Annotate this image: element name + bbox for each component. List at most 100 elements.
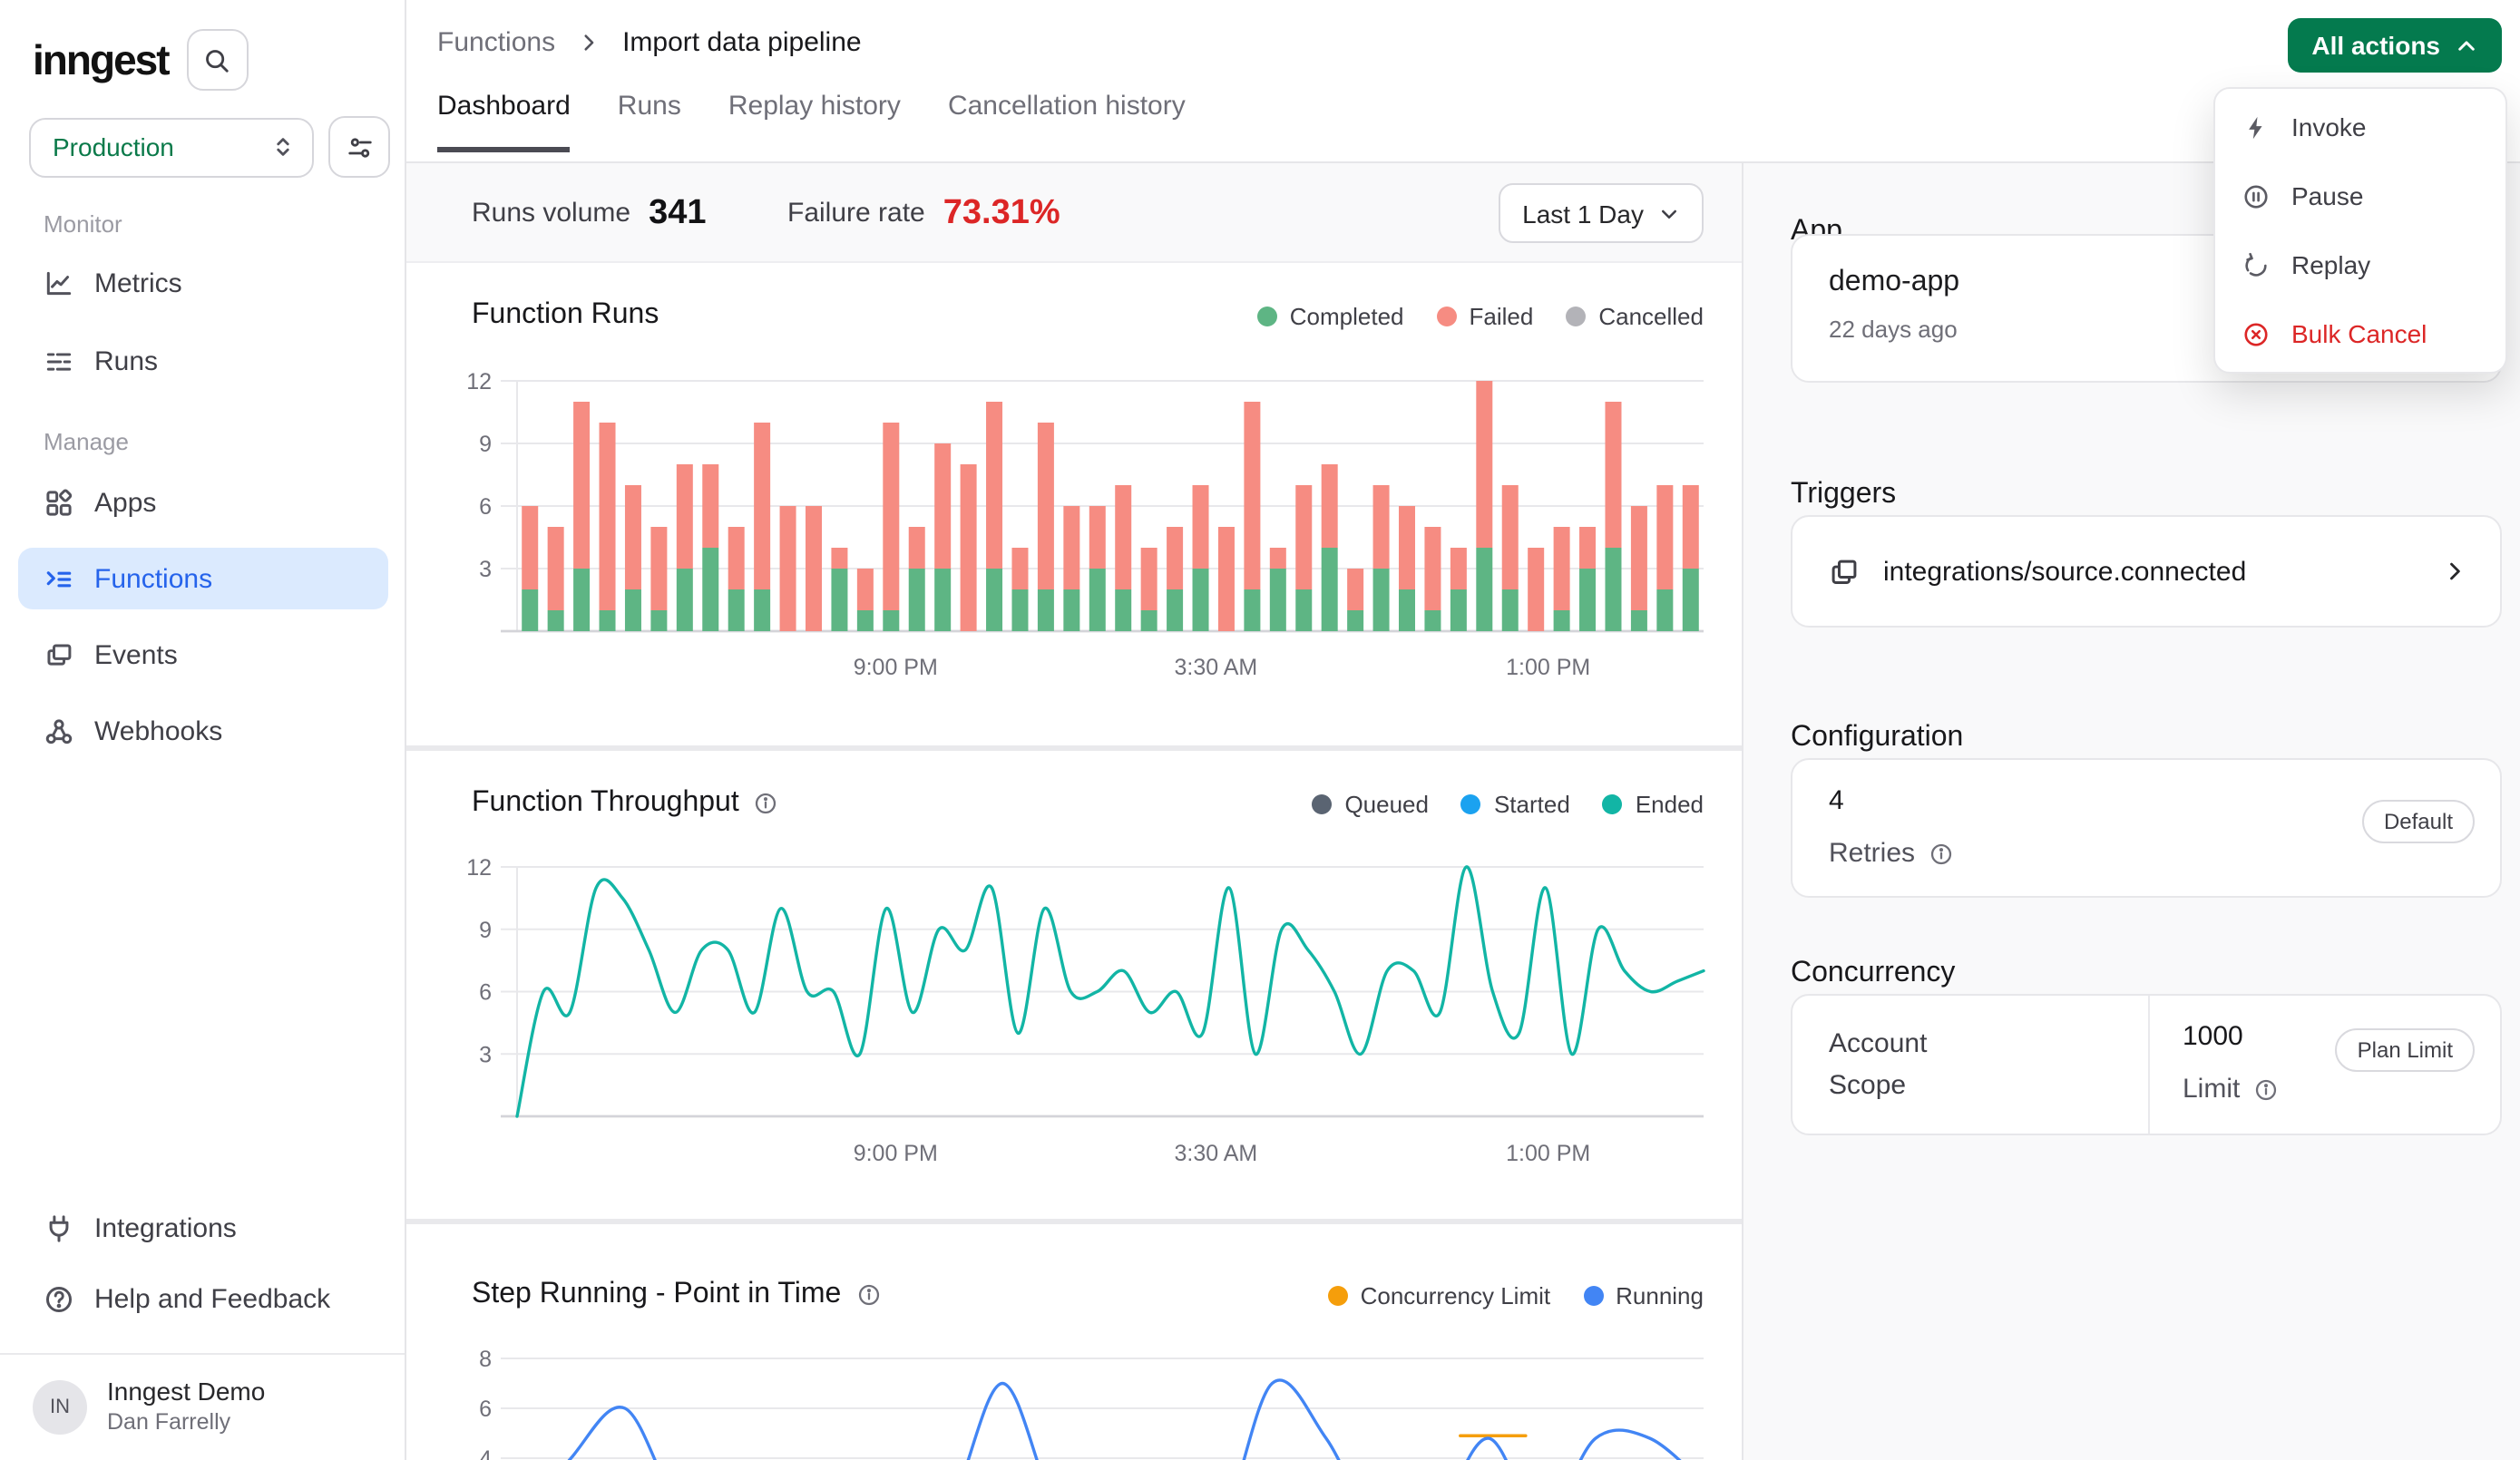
user-name: Dan Farrelly bbox=[107, 1409, 265, 1437]
all-actions-menu: Invoke Pause Replay Bulk Cancel bbox=[2213, 87, 2507, 374]
retries-card: 4 Retries Default bbox=[1791, 758, 2502, 898]
sidebar-section-manage: Manage bbox=[0, 428, 129, 455]
stat-value-failure: 73.31% bbox=[943, 193, 1060, 233]
svg-text:3: 3 bbox=[479, 557, 492, 582]
svg-text:6: 6 bbox=[479, 1397, 492, 1422]
svg-text:3:30 AM: 3:30 AM bbox=[1175, 655, 1258, 680]
function-throughput-chart: 129639:00 PM3:30 AM1:00 PM bbox=[406, 751, 1742, 1219]
apps-grid-icon bbox=[44, 487, 74, 518]
menu-item-label: Bulk Cancel bbox=[2291, 319, 2427, 348]
step-running-section: Step Running - Point in Time Concurrency… bbox=[406, 1224, 1742, 1460]
sidebar-item-label: Functions bbox=[94, 563, 212, 594]
svg-text:6: 6 bbox=[479, 980, 492, 1006]
svg-text:12: 12 bbox=[466, 369, 492, 394]
trigger-name: integrations/source.connected bbox=[1883, 556, 2418, 587]
default-badge: Default bbox=[2362, 800, 2475, 843]
svg-text:4: 4 bbox=[479, 1446, 492, 1460]
user-account-button[interactable]: IN Inngest Demo Dan Farrelly bbox=[0, 1353, 405, 1460]
sidebar: inngest Production Monitor Metrics Runs … bbox=[0, 0, 406, 1460]
replay-icon bbox=[2242, 251, 2270, 278]
all-actions-label: All actions bbox=[2311, 31, 2440, 60]
menu-item-invoke[interactable]: Invoke bbox=[2215, 92, 2505, 161]
filter-sliders-icon bbox=[346, 133, 373, 161]
inngest-logo: inngest bbox=[33, 35, 169, 84]
tab-bar: Dashboard Runs Replay history Cancellati… bbox=[437, 91, 1186, 152]
chevron-right-icon bbox=[2442, 559, 2467, 584]
sidebar-item-help[interactable]: Help and Feedback bbox=[18, 1268, 388, 1329]
sidebar-item-functions[interactable]: Functions bbox=[18, 548, 388, 609]
svg-text:1:00 PM: 1:00 PM bbox=[1506, 1141, 1590, 1166]
svg-text:9: 9 bbox=[479, 432, 492, 457]
svg-text:3:30 AM: 3:30 AM bbox=[1175, 1141, 1258, 1166]
stat-runs-volume: Runs volume 341 bbox=[472, 163, 707, 263]
svg-text:3: 3 bbox=[479, 1042, 492, 1067]
tab-runs[interactable]: Runs bbox=[618, 91, 681, 152]
concurrency-scope: Account Scope bbox=[1792, 996, 2150, 1134]
menu-item-label: Pause bbox=[2291, 181, 2363, 210]
help-circle-icon bbox=[44, 1283, 74, 1314]
sidebar-item-apps[interactable]: Apps bbox=[18, 472, 388, 533]
sidebar-section-monitor: Monitor bbox=[0, 210, 122, 238]
sidebar-item-webhooks[interactable]: Webhooks bbox=[18, 700, 388, 762]
svg-text:12: 12 bbox=[466, 855, 492, 881]
search-button[interactable] bbox=[187, 29, 249, 91]
trigger-card[interactable]: integrations/source.connected bbox=[1791, 515, 2502, 628]
concurrency-heading: Concurrency bbox=[1791, 958, 1955, 990]
app-root: inngest Production Monitor Metrics Runs … bbox=[0, 0, 2520, 1460]
tab-cancellation-history[interactable]: Cancellation history bbox=[948, 91, 1186, 152]
search-icon bbox=[204, 46, 231, 73]
svg-text:9:00 PM: 9:00 PM bbox=[854, 655, 938, 680]
stat-failure-rate: Failure rate 73.31% bbox=[787, 163, 1060, 263]
sidebar-item-label: Apps bbox=[94, 487, 156, 518]
environment-selector[interactable]: Production bbox=[29, 117, 314, 177]
menu-item-bulk-cancel[interactable]: Bulk Cancel bbox=[2215, 299, 2505, 368]
configuration-heading: Configuration bbox=[1791, 722, 1963, 754]
limit-label: Limit bbox=[2183, 1074, 2500, 1105]
breadcrumb-current: Import data pipeline bbox=[622, 27, 862, 58]
events-windows-icon bbox=[44, 639, 74, 670]
environment-settings-button[interactable] bbox=[328, 116, 390, 178]
stat-value: 341 bbox=[649, 193, 706, 233]
runs-list-icon bbox=[44, 346, 74, 376]
sidebar-item-label: Events bbox=[94, 639, 178, 670]
org-name: Inngest Demo bbox=[107, 1377, 265, 1409]
breadcrumb-functions[interactable]: Functions bbox=[437, 27, 555, 58]
stat-label: Failure rate bbox=[787, 198, 925, 229]
menu-item-replay[interactable]: Replay bbox=[2215, 230, 2505, 299]
info-icon[interactable] bbox=[1928, 841, 1953, 866]
plan-limit-badge: Plan Limit bbox=[2336, 1028, 2475, 1072]
chevrons-up-down-icon bbox=[270, 134, 296, 160]
sidebar-item-label: Runs bbox=[94, 346, 158, 376]
menu-item-pause[interactable]: Pause bbox=[2215, 161, 2505, 230]
tab-replay-history[interactable]: Replay history bbox=[728, 91, 901, 152]
info-icon[interactable] bbox=[2252, 1076, 2278, 1102]
svg-text:1:00 PM: 1:00 PM bbox=[1506, 655, 1590, 680]
metrics-chart-icon bbox=[44, 268, 74, 298]
sidebar-item-metrics[interactable]: Metrics bbox=[18, 252, 388, 314]
plug-icon bbox=[44, 1212, 74, 1243]
chevron-up-icon bbox=[2455, 34, 2478, 57]
sidebar-item-events[interactable]: Events bbox=[18, 624, 388, 686]
function-throughput-section: Function Throughput QueuedStartedEnded 1… bbox=[406, 751, 1742, 1224]
all-actions-button[interactable]: All actions bbox=[2288, 18, 2502, 73]
svg-text:6: 6 bbox=[479, 494, 492, 520]
menu-item-label: Invoke bbox=[2291, 112, 2367, 141]
triggers-heading: Triggers bbox=[1791, 479, 1896, 511]
avatar: IN bbox=[33, 1380, 87, 1435]
svg-text:9:00 PM: 9:00 PM bbox=[854, 1141, 938, 1166]
chevron-right-icon bbox=[577, 31, 601, 54]
dashboard-content: Runs volume 341 Failure rate 73.31% Last… bbox=[406, 163, 1742, 1460]
sidebar-item-label: Webhooks bbox=[94, 715, 222, 746]
pause-circle-icon bbox=[2242, 182, 2270, 209]
webhooks-icon bbox=[44, 715, 74, 746]
step-running-chart: 864 bbox=[406, 1224, 1742, 1460]
function-runs-chart: 12 9 6 3 9:00 PM 3:30 AM 1:00 PM bbox=[406, 263, 1742, 745]
concurrency-limit: 1000 Limit Plan Limit bbox=[2150, 996, 2500, 1134]
stat-label: Runs volume bbox=[472, 198, 630, 229]
sidebar-item-runs[interactable]: Runs bbox=[18, 330, 388, 392]
sidebar-item-integrations[interactable]: Integrations bbox=[18, 1197, 388, 1259]
sidebar-item-label: Help and Feedback bbox=[94, 1283, 330, 1314]
sidebar-item-label: Metrics bbox=[94, 268, 182, 298]
tab-dashboard[interactable]: Dashboard bbox=[437, 91, 571, 152]
time-range-select[interactable]: Last 1 Day bbox=[1499, 183, 1704, 243]
